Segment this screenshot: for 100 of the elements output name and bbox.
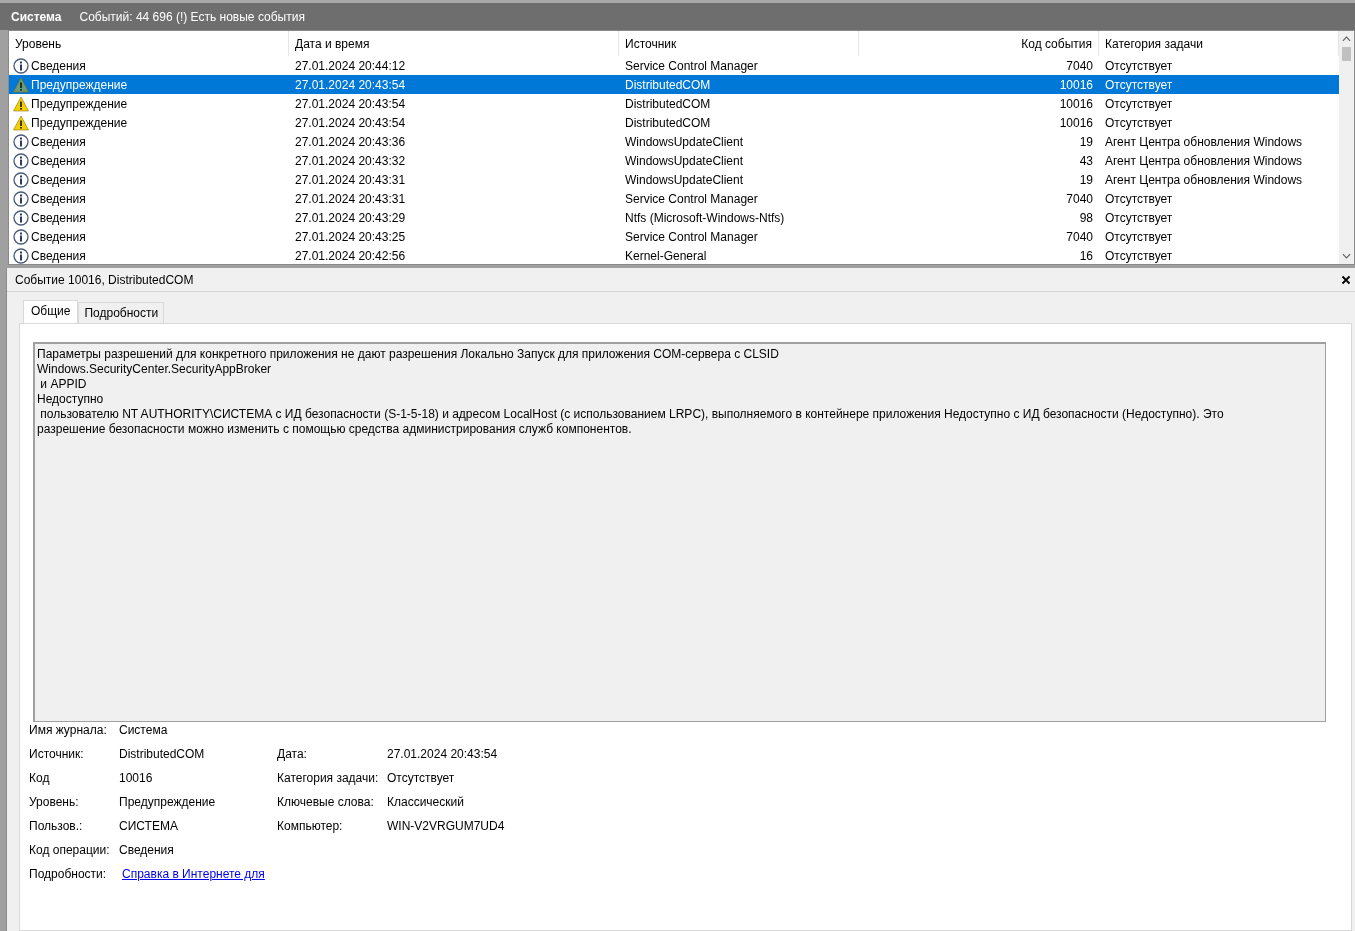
field-label: Пользов.: <box>29 818 84 835</box>
level-text: Сведения <box>31 134 86 149</box>
level-text: Сведения <box>31 191 86 206</box>
field-value: 10016 <box>119 771 153 785</box>
event-row[interactable]: Сведения 27.01.2024 20:42:56 Kernel-General 16 Отсутствует <box>9 246 1339 264</box>
field-value: Сведения <box>119 843 174 857</box>
column-header[interactable]: Код события <box>859 31 1099 56</box>
category-text: Отсутствует <box>1105 248 1173 263</box>
source-text: Service Control Manager <box>625 229 758 244</box>
event-code-text: 19 <box>1079 134 1093 149</box>
source-text: Kernel-General <box>625 248 707 263</box>
source-text: WindowsUpdateClient <box>625 172 744 187</box>
event-code-text: 10016 <box>1059 115 1093 130</box>
level-text: Сведения <box>31 248 86 263</box>
source-text: DistributedCOM <box>625 77 711 92</box>
category-text: Отсутствует <box>1105 191 1173 206</box>
event-row[interactable]: Сведения 27.01.2024 20:43:31 Service Control Manager 7040 Отсутствует <box>9 189 1339 208</box>
category-text: Агент Центра обновления Windows <box>1105 153 1303 168</box>
message-text: пользователю NT AUTHORITY\СИСТЕМА с ИД безопасности (S-1-5-18) и адресом LocalHost (с использованием LRPC), выполняемого в контейнере приложения Недоступно с ИД безопасности (Недоступно). Это разрешение безопасности можно изменить с помощью средства администрирования служб компонентов. <box>37 407 1225 437</box>
field-label: Код <box>29 770 51 787</box>
detail-tab[interactable]: Общие <box>23 300 79 323</box>
field-label: Подробности: <box>29 866 108 883</box>
field-label: Компьютер: <box>277 819 343 833</box>
event-row[interactable]: Сведения 27.01.2024 20:43:29 Ntfs (Microsoft-Windows-Ntfs) 98 Отсутствует <box>9 208 1339 227</box>
source-text: DistributedCOM <box>625 96 711 111</box>
column-header[interactable]: Дата и время <box>289 31 619 56</box>
source-text: WindowsUpdateClient <box>625 134 744 149</box>
help-link[interactable]: Справка в Интернете для <box>119 867 265 881</box>
detail-tab[interactable]: Подробности <box>78 302 165 323</box>
date-text: 27.01.2024 20:43:36 <box>295 134 406 149</box>
level-text: Сведения <box>31 172 86 187</box>
scroll-down-icon[interactable] <box>1342 252 1351 260</box>
category-text: Отсутствует <box>1105 115 1173 130</box>
level-text: Сведения <box>31 153 86 168</box>
date-text: 27.01.2024 20:43:54 <box>295 96 406 111</box>
field-label: Имя журнала: <box>29 722 108 739</box>
column-header[interactable]: Уровень <box>9 31 289 56</box>
date-text: 27.01.2024 20:43:31 <box>295 172 406 187</box>
event-row[interactable]: Сведения 27.01.2024 20:44:12 Service Control Manager 7040 Отсутствует <box>9 56 1339 75</box>
close-icon[interactable] <box>1341 275 1351 285</box>
level-text: Предупреждение <box>31 115 128 130</box>
event-code-text: 7040 <box>1066 58 1093 73</box>
category-text: Отсутствует <box>1105 77 1173 92</box>
field-value: DistributedCOM <box>119 747 205 761</box>
event-code-text: 7040 <box>1066 191 1093 206</box>
field-value: Отсутствует <box>387 771 455 785</box>
message-text: Недоступно <box>37 392 105 407</box>
field-value: WIN-V2VRGUM7UD4 <box>387 819 505 833</box>
event-row[interactable]: Сведения 27.01.2024 20:43:32 WindowsUpdateClient 43 Агент Центра обновления Windows <box>9 151 1339 170</box>
event-code-text: 19 <box>1079 172 1093 187</box>
message-text: Windows.SecurityCenter.SecurityAppBroker <box>37 362 273 377</box>
source-text: DistributedCOM <box>625 115 711 130</box>
event-count: Событий: 44 696 (!) Есть новые события <box>79 9 305 24</box>
source-text: WindowsUpdateClient <box>625 153 744 168</box>
level-text: Предупреждение <box>31 77 128 92</box>
event-row[interactable]: Предупреждение 27.01.2024 20:43:54 DistributedCOM 10016 Отсутствует <box>9 75 1339 94</box>
event-row[interactable]: Предупреждение 27.01.2024 20:43:54 DistributedCOM 10016 Отсутствует <box>9 94 1339 113</box>
date-text: 27.01.2024 20:43:31 <box>295 191 406 206</box>
date-text: 27.01.2024 20:42:56 <box>295 248 406 263</box>
event-row[interactable]: Сведения 27.01.2024 20:43:31 WindowsUpdateClient 19 Агент Центра обновления Windows <box>9 170 1339 189</box>
scroll-up-icon[interactable] <box>1342 35 1351 43</box>
category-text: Отсутствует <box>1105 210 1173 225</box>
scroll-thumb[interactable] <box>1342 47 1351 61</box>
level-text: Предупреждение <box>31 96 128 111</box>
date-text: 27.01.2024 20:43:54 <box>295 77 406 92</box>
category-text: Агент Центра обновления Windows <box>1105 172 1303 187</box>
scrollbar[interactable] <box>1339 31 1354 264</box>
category-text: Агент Центра обновления Windows <box>1105 134 1303 149</box>
source-text: Service Control Manager <box>625 191 758 206</box>
date-text: 27.01.2024 20:43:32 <box>295 153 406 168</box>
event-code-text: 98 <box>1079 210 1093 225</box>
field-value: СИСТЕМА <box>119 819 178 833</box>
level-text: Сведения <box>31 58 86 73</box>
message-text: и APPID <box>39 377 88 392</box>
field-label: Код операции: <box>29 842 111 859</box>
date-text: 27.01.2024 20:43:29 <box>295 210 406 225</box>
event-row[interactable]: Сведения 27.01.2024 20:43:25 Service Control Manager 7040 Отсутствует <box>9 227 1339 246</box>
field-label: Ключевые слова: <box>277 795 374 809</box>
event-code-text: 10016 <box>1059 77 1093 92</box>
event-code-text: 43 <box>1079 153 1093 168</box>
source-text: Ntfs (Microsoft-Windows-Ntfs) <box>625 210 785 225</box>
event-code-text: 10016 <box>1059 96 1093 111</box>
field-value: Система <box>119 723 168 737</box>
column-header[interactable]: Источник <box>619 31 859 56</box>
date-text: 27.01.2024 20:43:54 <box>295 115 406 130</box>
level-text: Сведения <box>31 210 86 225</box>
field-value: 27.01.2024 20:43:54 <box>387 747 498 761</box>
date-text: 27.01.2024 20:44:12 <box>295 58 406 73</box>
field-value: Классический <box>387 795 464 809</box>
event-row[interactable]: Предупреждение 27.01.2024 20:43:54 DistributedCOM 10016 Отсутствует <box>9 113 1339 132</box>
level-text: Сведения <box>31 229 86 244</box>
category-text: Отсутствует <box>1105 58 1173 73</box>
category-text: Отсутствует <box>1105 229 1173 244</box>
event-row[interactable]: Сведения 27.01.2024 20:43:36 WindowsUpdateClient 19 Агент Центра обновления Windows <box>9 132 1339 151</box>
category-text: Отсутствует <box>1105 96 1173 111</box>
field-label: Уровень: <box>29 794 80 811</box>
field-label: Дата: <box>277 747 307 761</box>
field-label: Источник: <box>29 746 85 763</box>
date-text: 27.01.2024 20:43:25 <box>295 229 406 244</box>
event-code-text: 7040 <box>1066 229 1093 244</box>
